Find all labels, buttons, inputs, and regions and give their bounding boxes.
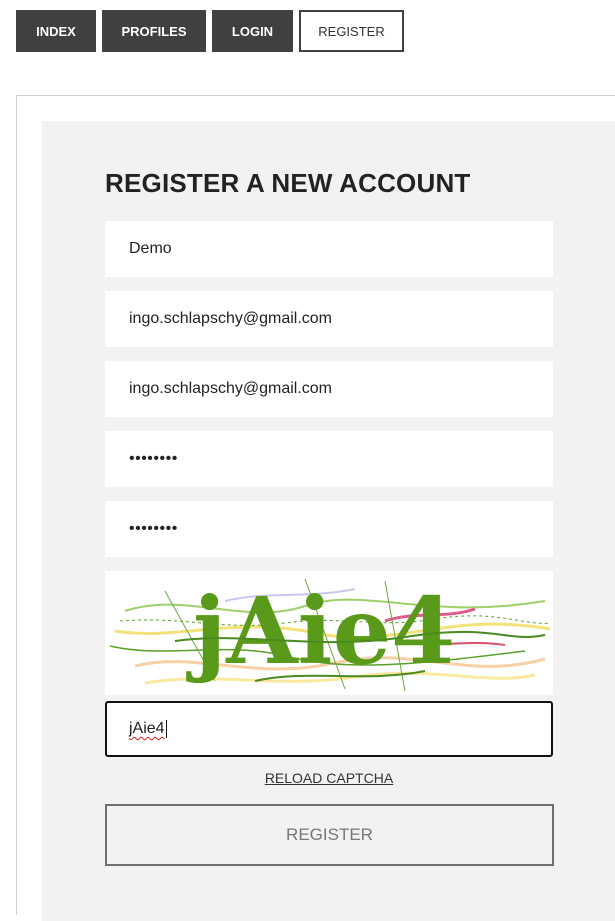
top-nav: INDEX PROFILES LOGIN REGISTER (16, 10, 404, 52)
nav-index-button[interactable]: INDEX (16, 10, 96, 52)
nav-profiles-button[interactable]: PROFILES (102, 10, 206, 52)
password-confirm-field[interactable]: •••••••• (105, 501, 553, 557)
register-button[interactable]: REGISTER (105, 804, 554, 866)
captcha-glyphs: jAie4 (186, 577, 455, 685)
captcha-graphic: jAie4 (109, 577, 551, 692)
captcha-image: jAie4 (105, 571, 553, 695)
email-confirm-field[interactable]: ingo.schlapschy@gmail.com (105, 361, 553, 417)
captcha-input-value: jAie4 (129, 720, 165, 737)
email-field[interactable]: ingo.schlapschy@gmail.com (105, 291, 553, 347)
nav-register-button[interactable]: REGISTER (299, 10, 404, 52)
nav-login-button[interactable]: LOGIN (212, 10, 293, 52)
captcha-input[interactable]: jAie4 (105, 701, 553, 757)
text-caret (165, 720, 167, 738)
reload-captcha-link[interactable]: RELOAD CAPTCHA (105, 770, 553, 786)
username-field[interactable]: Demo (105, 221, 553, 277)
form-title: REGISTER A NEW ACCOUNT (105, 168, 471, 198)
password-field[interactable]: •••••••• (105, 431, 553, 487)
